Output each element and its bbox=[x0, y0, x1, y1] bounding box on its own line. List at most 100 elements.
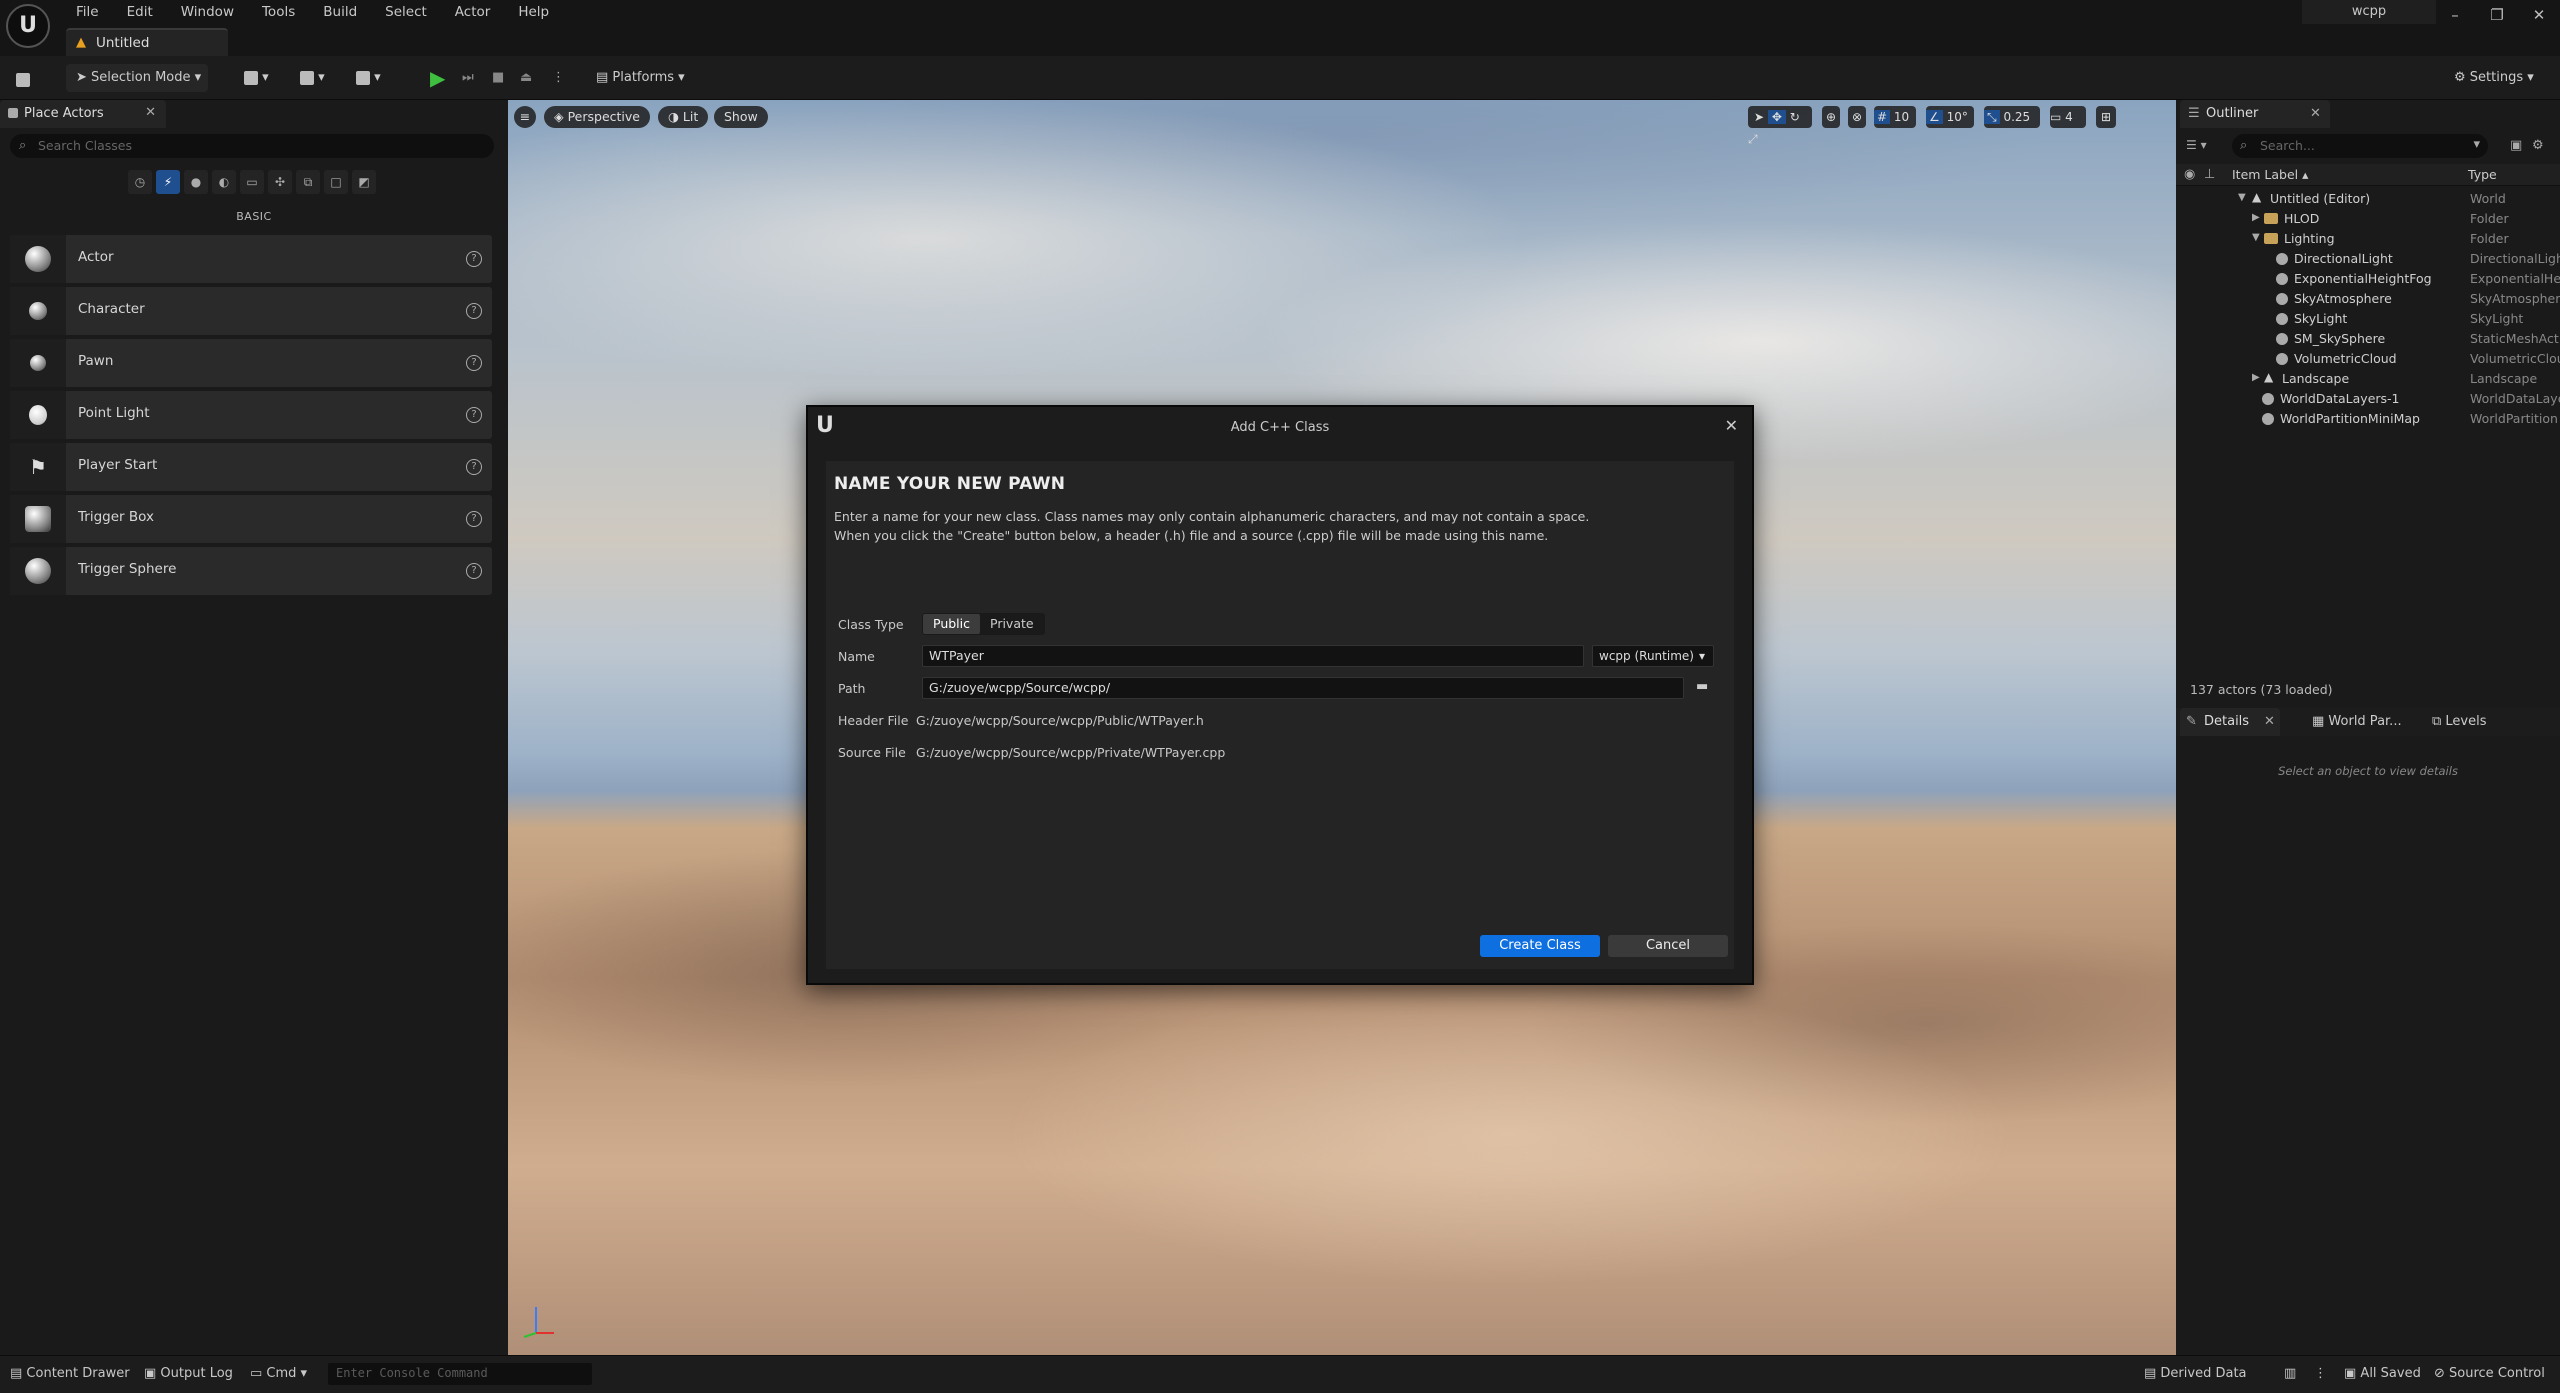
create-class-button[interactable]: Create Class bbox=[1480, 935, 1600, 957]
outliner-row[interactable]: WorldPartitionMiniMap WorldPartition bbox=[2176, 409, 2560, 429]
path-input[interactable]: G:/zuoye/wcpp/Source/wcpp/ bbox=[922, 677, 1684, 699]
character-item[interactable]: Character ? bbox=[10, 287, 492, 335]
add-folder-icon[interactable]: ▣ bbox=[2510, 138, 2522, 153]
menu-select[interactable]: Select bbox=[371, 1, 441, 23]
geometry-icon[interactable]: □ bbox=[324, 170, 348, 194]
module-dropdown[interactable]: wcpp (Runtime) ▾ bbox=[1592, 645, 1714, 667]
settings-button[interactable]: ⚙ Settings ▾ bbox=[2454, 64, 2550, 92]
visibility-icon[interactable]: ◉ bbox=[2184, 167, 2195, 182]
public-option[interactable]: Public bbox=[923, 614, 980, 634]
levels-tab[interactable]: ⧉ Levels bbox=[2432, 714, 2487, 729]
recent-icon[interactable]: ◷ bbox=[128, 170, 152, 194]
outliner-tab[interactable]: ☰ Outliner ✕ bbox=[2180, 100, 2330, 128]
lights-icon[interactable]: ● bbox=[184, 170, 208, 194]
menu-build[interactable]: Build bbox=[309, 1, 371, 23]
surface-snap-icon[interactable]: ⊗ bbox=[1848, 106, 1866, 128]
menu-tools[interactable]: Tools bbox=[248, 1, 309, 23]
grid-snap-toggle[interactable]: # 10 bbox=[1874, 106, 1916, 128]
lit-button[interactable]: ◑ Lit bbox=[658, 106, 709, 128]
world-partition-tab[interactable]: ▦ World Par... bbox=[2312, 714, 2402, 729]
expand-arrow-icon[interactable]: ▶ bbox=[2252, 212, 2260, 223]
pawn-item[interactable]: Pawn ? bbox=[10, 339, 492, 387]
trigger-sphere-item[interactable]: Trigger Sphere ? bbox=[10, 547, 492, 595]
world-local-icon[interactable]: ⊕ bbox=[1822, 106, 1840, 128]
place-actors-tab[interactable]: Place Actors ✕ bbox=[0, 100, 166, 128]
stop-icon[interactable]: ■ bbox=[492, 64, 512, 92]
visual-effects-icon[interactable]: ✣ bbox=[268, 170, 292, 194]
more-icon[interactable]: ⋮ bbox=[2314, 1366, 2327, 1381]
outliner-row[interactable]: DirectionalLight DirectionalLight bbox=[2176, 249, 2560, 269]
outliner-row[interactable]: ▶ HLOD Folder bbox=[2176, 209, 2560, 229]
rotate-tool-icon[interactable]: ↻ bbox=[1790, 110, 1800, 124]
outliner-row[interactable]: SM_SkySphere StaticMeshAct bbox=[2176, 329, 2560, 349]
close-dialog-icon[interactable]: ✕ bbox=[1725, 416, 1738, 435]
filter-icon[interactable]: ☰ ▾ bbox=[2186, 138, 2207, 152]
transform-tools[interactable]: ➤ ✥ ↻ ⤢ bbox=[1748, 106, 1812, 146]
stats-icon[interactable]: ▥ bbox=[2284, 1366, 2296, 1381]
basic-category-icon[interactable]: ⚡ bbox=[156, 170, 180, 194]
minimize-button[interactable]: – bbox=[2434, 0, 2476, 30]
type-column[interactable]: Type bbox=[2468, 167, 2497, 182]
eject-icon[interactable]: ⏏ bbox=[520, 64, 540, 92]
outliner-row[interactable]: VolumetricCloud VolumetricClou bbox=[2176, 349, 2560, 369]
perspective-button[interactable]: ◈ Perspective bbox=[544, 106, 650, 128]
player-start-item[interactable]: ⚑ Player Start ? bbox=[10, 443, 492, 491]
expand-arrow-icon[interactable]: ▼ bbox=[2238, 192, 2246, 203]
outliner-search-input[interactable]: ⌕ Search... ▾ bbox=[2232, 134, 2488, 158]
gear-icon[interactable]: ⚙ bbox=[2532, 138, 2544, 153]
scale-snap-toggle[interactable]: ⤡ 0.25 bbox=[1984, 106, 2040, 128]
outliner-row[interactable]: WorldDataLayers-1 WorldDataLaye bbox=[2176, 389, 2560, 409]
menu-window[interactable]: Window bbox=[167, 1, 248, 23]
help-icon[interactable]: ? bbox=[466, 511, 482, 527]
help-icon[interactable]: ? bbox=[466, 459, 482, 475]
help-icon[interactable]: ? bbox=[466, 303, 482, 319]
help-icon[interactable]: ? bbox=[466, 251, 482, 267]
save-icon[interactable] bbox=[16, 66, 36, 94]
actor-item[interactable]: Actor ? bbox=[10, 235, 492, 283]
trigger-box-item[interactable]: Trigger Box ? bbox=[10, 495, 492, 543]
output-log-button[interactable]: ▣ Output Log bbox=[144, 1366, 233, 1381]
chevron-down-icon[interactable]: ▾ bbox=[2473, 137, 2480, 152]
menu-edit[interactable]: Edit bbox=[113, 1, 167, 23]
content-drawer-button[interactable]: ▤ Content Drawer bbox=[10, 1366, 130, 1381]
class-name-input[interactable]: WTPayer bbox=[922, 645, 1584, 667]
selection-mode-button[interactable]: ➤ Selection Mode ▾ bbox=[66, 64, 208, 92]
select-tool-icon[interactable]: ➤ bbox=[1748, 110, 1764, 124]
close-tab-icon[interactable]: ✕ bbox=[145, 105, 156, 120]
show-button[interactable]: Show bbox=[714, 106, 768, 128]
derived-data-button[interactable]: ▤ Derived Data bbox=[2144, 1366, 2247, 1381]
move-tool-icon[interactable]: ✥ bbox=[1767, 110, 1786, 124]
camera-speed-button[interactable]: ▭ 4 bbox=[2050, 106, 2086, 128]
unreal-logo[interactable]: U bbox=[6, 4, 50, 48]
help-icon[interactable]: ? bbox=[466, 355, 482, 371]
close-tab-icon[interactable]: ✕ bbox=[2310, 106, 2321, 121]
outliner-row[interactable]: ▼ Lighting Folder bbox=[2176, 229, 2560, 249]
rotation-snap-toggle[interactable]: ∠ 10° bbox=[1926, 106, 1974, 128]
item-label-column[interactable]: Item Label ▴ bbox=[2232, 167, 2308, 182]
cancel-button[interactable]: Cancel bbox=[1608, 935, 1728, 957]
cinematics-button[interactable]: ▾ bbox=[356, 64, 392, 92]
search-classes-input[interactable]: ⌕ Search Classes bbox=[10, 134, 494, 158]
all-classes-icon[interactable]: ◩ bbox=[352, 170, 376, 194]
platforms-button[interactable]: ▤ Platforms ▾ bbox=[596, 64, 696, 92]
console-input[interactable]: Enter Console Command bbox=[328, 1363, 592, 1385]
more-options-icon[interactable]: ⋮ bbox=[552, 64, 565, 92]
outliner-row[interactable]: SkyLight SkyLight bbox=[2176, 309, 2560, 329]
layout-icon[interactable]: ⊞ bbox=[2096, 106, 2116, 128]
outliner-row[interactable]: ExponentialHeightFog ExponentialHei bbox=[2176, 269, 2560, 289]
menu-actor[interactable]: Actor bbox=[441, 1, 505, 23]
add-actor-button[interactable]: ▾ bbox=[244, 64, 280, 92]
help-icon[interactable]: ? bbox=[466, 407, 482, 423]
source-control-button[interactable]: ⊘ Source Control bbox=[2434, 1366, 2545, 1381]
viewport-menu-icon[interactable]: ≡ bbox=[514, 106, 536, 128]
expand-arrow-icon[interactable]: ▶ bbox=[2252, 372, 2260, 383]
expand-arrow-icon[interactable]: ▼ bbox=[2252, 232, 2260, 243]
volumes-icon[interactable]: ⧉ bbox=[296, 170, 320, 194]
menu-help[interactable]: Help bbox=[504, 1, 563, 23]
folder-browse-icon[interactable]: ▬ bbox=[1696, 679, 1714, 695]
shapes-icon[interactable]: ◐ bbox=[212, 170, 236, 194]
close-window-button[interactable]: ✕ bbox=[2518, 0, 2560, 30]
cinematic-icon[interactable]: ▭ bbox=[240, 170, 264, 194]
outliner-row[interactable]: SkyAtmosphere SkyAtmospher bbox=[2176, 289, 2560, 309]
pin-icon[interactable]: ⊥ bbox=[2204, 167, 2215, 182]
